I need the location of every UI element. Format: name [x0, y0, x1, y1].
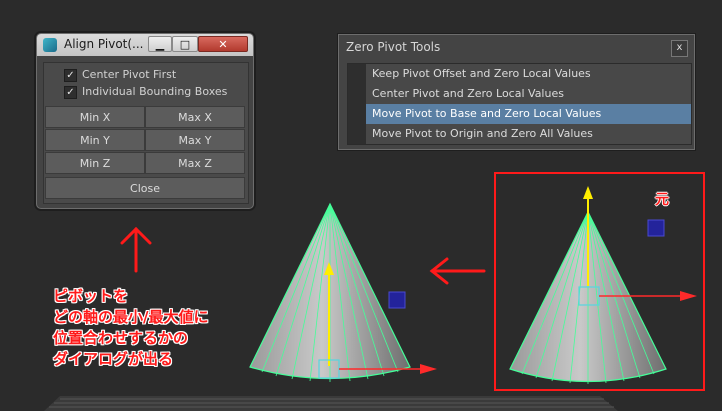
max-x-button[interactable]: Max X	[145, 106, 245, 128]
annotation-line-1: ピボットを	[53, 287, 129, 305]
annotation-line-2: どの軸の最小/最大値に	[53, 308, 209, 326]
zero-pivot-tools-title: Zero Pivot Tools	[346, 40, 441, 54]
left-arrow-icon	[429, 257, 486, 285]
original-blue-locator	[647, 219, 665, 237]
maximize-button[interactable]: □	[172, 36, 198, 52]
center-blue-locator	[388, 291, 406, 309]
align-pivot-titlebar[interactable]: Align Pivot(... ▁ □ ✕	[37, 34, 253, 56]
individual-bounding-boxes-label: Individual Bounding Boxes	[82, 85, 228, 98]
max-y-button[interactable]: Max Y	[145, 129, 245, 151]
menu-item-keep-pivot-offset[interactable]: Keep Pivot Offset and Zero Local Values	[366, 64, 691, 84]
up-arrow-icon	[120, 226, 152, 273]
align-pivot-window: Align Pivot(... ▁ □ ✕ ✓ Center Pivot Fir…	[36, 33, 254, 209]
zero-pivot-close-button[interactable]: x	[671, 40, 688, 57]
min-x-button[interactable]: Min X	[45, 106, 145, 128]
menu-gutter	[348, 64, 366, 144]
center-pivot-first-label: Center Pivot First	[82, 68, 177, 81]
menu-item-center-pivot[interactable]: Center Pivot and Zero Local Values	[366, 84, 691, 104]
menu-item-move-pivot-to-origin[interactable]: Move Pivot to Origin and Zero All Values	[366, 124, 691, 144]
min-y-button[interactable]: Min Y	[45, 129, 145, 151]
max-z-button[interactable]: Max Z	[145, 152, 245, 174]
center-pivot-first-checkbox[interactable]: ✓	[64, 69, 77, 82]
annotation-note: ピボットを どの軸の最小/最大値に 位置合わせするかの ダイアログが出る	[53, 286, 293, 370]
annotation-line-4: ダイアログが出る	[53, 350, 174, 368]
app-icon	[43, 38, 57, 52]
individual-bounding-boxes-checkbox[interactable]: ✓	[64, 86, 77, 99]
menu-item-move-pivot-to-base[interactable]: Move Pivot to Base and Zero Local Values	[366, 104, 691, 124]
zero-pivot-menu: Keep Pivot Offset and Zero Local Values …	[347, 63, 692, 145]
close-button[interactable]: Close	[45, 177, 245, 199]
align-pivot-body: ✓ Center Pivot First ✓ Individual Boundi…	[43, 62, 249, 204]
zero-pivot-tools-window: Zero Pivot Tools x Keep Pivot Offset and…	[338, 34, 695, 150]
original-label: 元	[655, 192, 669, 208]
window-close-button[interactable]: ✕	[198, 36, 248, 52]
annotation-line-3: 位置合わせするかの	[53, 329, 189, 347]
min-z-button[interactable]: Min Z	[45, 152, 145, 174]
ground-grid	[44, 396, 618, 411]
minimize-button[interactable]: ▁	[148, 36, 172, 52]
align-pivot-title: Align Pivot(...	[64, 37, 144, 51]
